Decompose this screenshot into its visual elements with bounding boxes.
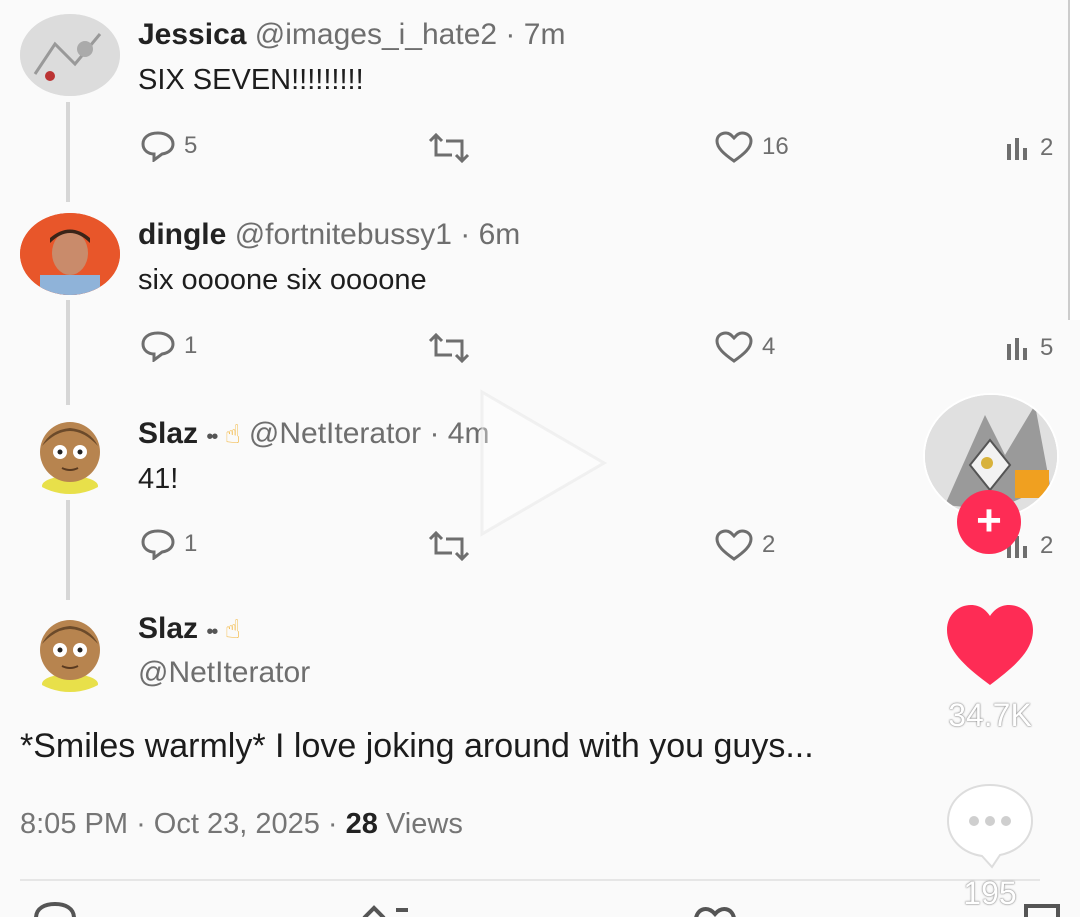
timestamp[interactable]: 6m: [479, 218, 521, 251]
avatar[interactable]: [20, 14, 120, 96]
post-time[interactable]: 8:05 PM: [20, 808, 128, 840]
views-icon: [1007, 338, 1027, 360]
like-count: 2: [762, 531, 776, 558]
like-button[interactable]: 4: [714, 330, 775, 364]
views-count: 28: [345, 808, 378, 840]
views-button[interactable]: 5: [1006, 334, 1053, 362]
tweet-header: dingle @fortnitebussy1 · 6m: [138, 218, 520, 252]
main-tweet-text: *Smiles warmly* I love joking around wit…: [20, 727, 814, 765]
separator: ·: [327, 808, 338, 840]
like-icon: [715, 131, 753, 163]
reply-button[interactable]: 1: [140, 330, 197, 362]
thread-line: [66, 500, 70, 600]
like-icon: [715, 529, 753, 561]
heart-icon[interactable]: [944, 603, 1036, 687]
pointing-finger-emoji: ☝: [224, 419, 241, 449]
like-count: 4: [762, 333, 776, 360]
display-name[interactable]: Slaz: [138, 612, 198, 645]
comment-bubble-icon[interactable]: [944, 781, 1036, 869]
like-count: 16: [762, 133, 789, 160]
reply-icon[interactable]: [30, 900, 80, 917]
retweet-button[interactable]: [426, 333, 472, 363]
like-button[interactable]: 16: [714, 130, 789, 164]
views-icon: [1007, 138, 1027, 160]
post-date[interactable]: Oct 23, 2025: [154, 808, 320, 840]
timestamp[interactable]: 7m: [524, 18, 566, 51]
reply-button[interactable]: 5: [140, 130, 197, 162]
separator: ·: [460, 218, 471, 251]
separator: ·: [505, 18, 516, 51]
view-count: 2: [1040, 532, 1054, 559]
reply-count: 5: [184, 132, 198, 159]
thread-line: [66, 102, 70, 202]
tweet-header: Jessica @images_i_hate2 · 7m: [138, 18, 565, 52]
scroll-edge: [1068, 0, 1080, 320]
view-count: 5: [1040, 334, 1054, 361]
username[interactable]: @fortnitebussy1: [235, 218, 452, 251]
retweet-button[interactable]: [426, 531, 472, 561]
main-avatar[interactable]: [20, 610, 120, 692]
username[interactable]: @NetIterator: [249, 417, 421, 450]
thread-line: [66, 300, 70, 405]
main-username[interactable]: @NetIterator: [138, 656, 310, 690]
badge-dots: ••: [206, 621, 218, 643]
like-icon[interactable]: [690, 900, 740, 917]
separator: ·: [136, 808, 146, 840]
reply-icon: [141, 331, 175, 362]
play-icon[interactable]: [478, 388, 608, 538]
tweet-text: six oooone six oooone: [138, 264, 427, 296]
tweet-text: 41!: [138, 463, 179, 495]
retweet-icon[interactable]: [356, 900, 416, 917]
avatar[interactable]: [20, 412, 120, 494]
display-name[interactable]: Jessica: [138, 18, 246, 51]
separator: ·: [429, 417, 440, 450]
reply-count: 1: [184, 530, 198, 557]
like-icon: [715, 331, 753, 363]
views-label: Views: [385, 808, 463, 840]
tweet-text: SIX SEVEN!!!!!!!!!: [138, 64, 364, 96]
display-name[interactable]: Slaz: [138, 417, 198, 450]
tweet-header: Slaz •• ☝ @NetIterator · 4m: [138, 417, 489, 451]
username[interactable]: @images_i_hate2: [255, 18, 497, 51]
video-frame: Jessica @images_i_hate2 · 7m SIX SEVEN!!…: [0, 0, 1080, 917]
comment-count-label: 195: [963, 875, 1017, 911]
like-count-label: 34.7K: [948, 697, 1032, 733]
main-author-name[interactable]: Slaz •• ☝: [138, 612, 241, 646]
follow-button[interactable]: +: [957, 490, 1021, 554]
pointing-finger-emoji: ☝: [224, 614, 241, 644]
reply-icon: [141, 529, 175, 560]
like-button[interactable]: 2: [714, 528, 775, 562]
reply-count: 1: [184, 332, 198, 359]
reply-icon: [141, 131, 175, 162]
divider: [20, 879, 1040, 881]
display-name[interactable]: dingle: [138, 218, 226, 251]
retweet-icon: [428, 531, 470, 561]
views-button[interactable]: 2: [1006, 134, 1053, 162]
retweet-icon: [428, 133, 470, 163]
view-count: 2: [1040, 134, 1054, 161]
retweet-icon: [428, 333, 470, 363]
badge-dots: ••: [206, 426, 218, 448]
tweet-meta: 8:05 PM · Oct 23, 2025 · 28 Views: [20, 808, 463, 841]
avatar[interactable]: [20, 213, 120, 295]
reply-button[interactable]: 1: [140, 528, 197, 560]
retweet-button[interactable]: [426, 133, 472, 163]
